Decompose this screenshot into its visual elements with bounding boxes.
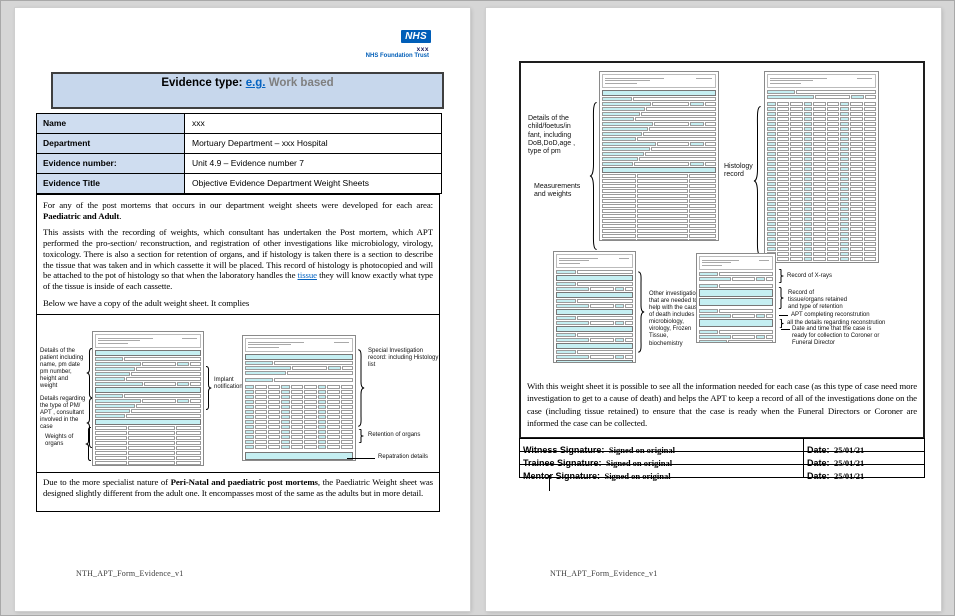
brace-icon	[778, 269, 784, 283]
brace-icon	[205, 366, 212, 410]
evidence-type-value: Work based	[265, 77, 334, 89]
annotation-other-investigations: Other investigations that are needed to …	[649, 291, 703, 347]
trust-type: NHS Foundation Trust	[365, 53, 429, 59]
row-label: Evidence number:	[37, 154, 185, 173]
table-row: Trainee Signature: Signed on original Da…	[520, 452, 924, 468]
adult-weight-sheet-page2-thumbnail	[242, 335, 356, 461]
nhs-logo: NHS	[401, 30, 431, 43]
cursor-mark	[549, 475, 550, 491]
row-label: Evidence Title	[37, 174, 185, 193]
annotation-apt-reconstruction: APT completing reconstrution	[791, 312, 870, 318]
table-row: Mentor Signature: Signed on original Dat…	[520, 465, 924, 481]
page-2: Details of the child/foetus/in fant, inc…	[486, 8, 941, 611]
adult-weight-sheet-page1-thumbnail	[92, 331, 204, 466]
summary-paragraph: With this weight sheet it is possible to…	[527, 381, 917, 428]
brace-icon	[358, 429, 364, 443]
row-value: Objective Evidence Department Weight She…	[192, 178, 370, 188]
histology-record-thumbnail	[764, 71, 879, 263]
page-1: NHS xxx NHS Foundation Trust Evidence ty…	[15, 8, 470, 611]
eg-hyperlink[interactable]: e.g.	[246, 77, 266, 89]
brace-icon	[637, 271, 645, 353]
annotation-collection: Date and time that the case is ready for…	[792, 326, 880, 347]
page-footer: NTH_APT_Form_Evidence_v1	[76, 569, 184, 578]
row-value: Mortuary Department – xxx Hospital	[192, 138, 328, 148]
evidence-type-label: Evidence type:	[161, 77, 246, 89]
row-label: Name	[37, 114, 185, 133]
investigations-sheet-thumbnail	[553, 251, 636, 363]
annotation-patient-details: Details of the patient including name, p…	[40, 348, 84, 390]
callout-line	[779, 315, 788, 316]
table-row: Department Mortuary Department – xxx Hos…	[37, 134, 441, 154]
annotation-repatriation: Repatration details	[378, 454, 429, 460]
page-footer: NTH_APT_Form_Evidence_v1	[550, 569, 658, 578]
callout-line	[781, 329, 790, 330]
evidence-type-header: Evidence type: e.g. Work based	[51, 72, 444, 109]
paragraph: This assists with the recording of weigh…	[43, 227, 433, 292]
signature-value: Signed on original	[604, 471, 671, 481]
annotation-special-investigation: Special Investigation record: including …	[368, 348, 439, 369]
table-row: Name xxx	[37, 114, 441, 134]
annotation-child-details: Details of the child/foetus/in fant, inc…	[528, 115, 576, 155]
brace-icon	[779, 319, 784, 328]
annotation-retention: Retention of organs	[368, 432, 421, 438]
annotation-measurements: Measurements and weights	[534, 183, 581, 199]
callout-line	[347, 458, 375, 459]
retention-sheet-thumbnail	[696, 253, 776, 343]
annotation-pm-type: Details regarding the type of PM/ APT , …	[40, 396, 86, 431]
paragraph: Below we have a copy of the adult weight…	[43, 297, 250, 308]
brace-icon	[589, 101, 598, 251]
brace-icon	[753, 105, 762, 257]
paediatric-weight-sheet-figure: Details of the child/foetus/in fant, inc…	[519, 61, 925, 439]
tissue-hyperlink[interactable]: tissue	[298, 270, 318, 280]
paediatric-sheet-page1-thumbnail	[599, 71, 719, 241]
paragraph: Due to the more specialist nature of Per…	[43, 477, 434, 498]
evidence-meta-table: Name xxx Department Mortuary Department …	[36, 113, 442, 194]
nhs-branding: NHS xxx NHS Foundation Trust	[365, 26, 431, 59]
table-row: Evidence number: Unit 4.9 – Evidence num…	[37, 154, 441, 174]
document-viewer: NHS xxx NHS Foundation Trust Evidence ty…	[0, 0, 955, 616]
table-row: Evidence Title Objective Evidence Depart…	[37, 174, 441, 193]
row-value: xxx	[192, 118, 205, 128]
trust-name: xxx	[416, 46, 429, 53]
paragraph: For any of the post mortems that occurs …	[43, 200, 433, 221]
body-text: For any of the post mortems that occurs …	[36, 194, 440, 315]
annotation-tissue-retained: Record of tissue/organs retained and typ…	[788, 290, 848, 311]
row-value: Unit 4.9 – Evidence number 7	[192, 158, 304, 168]
row-label: Department	[37, 134, 185, 153]
annotation-xrays: Record of X-rays	[787, 273, 833, 279]
table-row: Witness Signature: Signed on original Da…	[520, 439, 924, 455]
signature-label: Mentor Signature:	[523, 471, 601, 481]
signature-table: Witness Signature: Signed on original Da…	[519, 438, 925, 481]
date-value: 25/01/21	[833, 471, 865, 481]
brace-icon	[85, 427, 92, 461]
adult-weight-sheet-figure: Details of the patient including name, p…	[36, 314, 440, 473]
brace-icon	[357, 349, 365, 427]
date-label: Date:	[807, 471, 830, 481]
brace-icon	[778, 287, 784, 309]
closing-text: Due to the more specialist nature of Per…	[36, 472, 440, 512]
annotation-organ-weights: Weights of organs	[45, 434, 74, 448]
